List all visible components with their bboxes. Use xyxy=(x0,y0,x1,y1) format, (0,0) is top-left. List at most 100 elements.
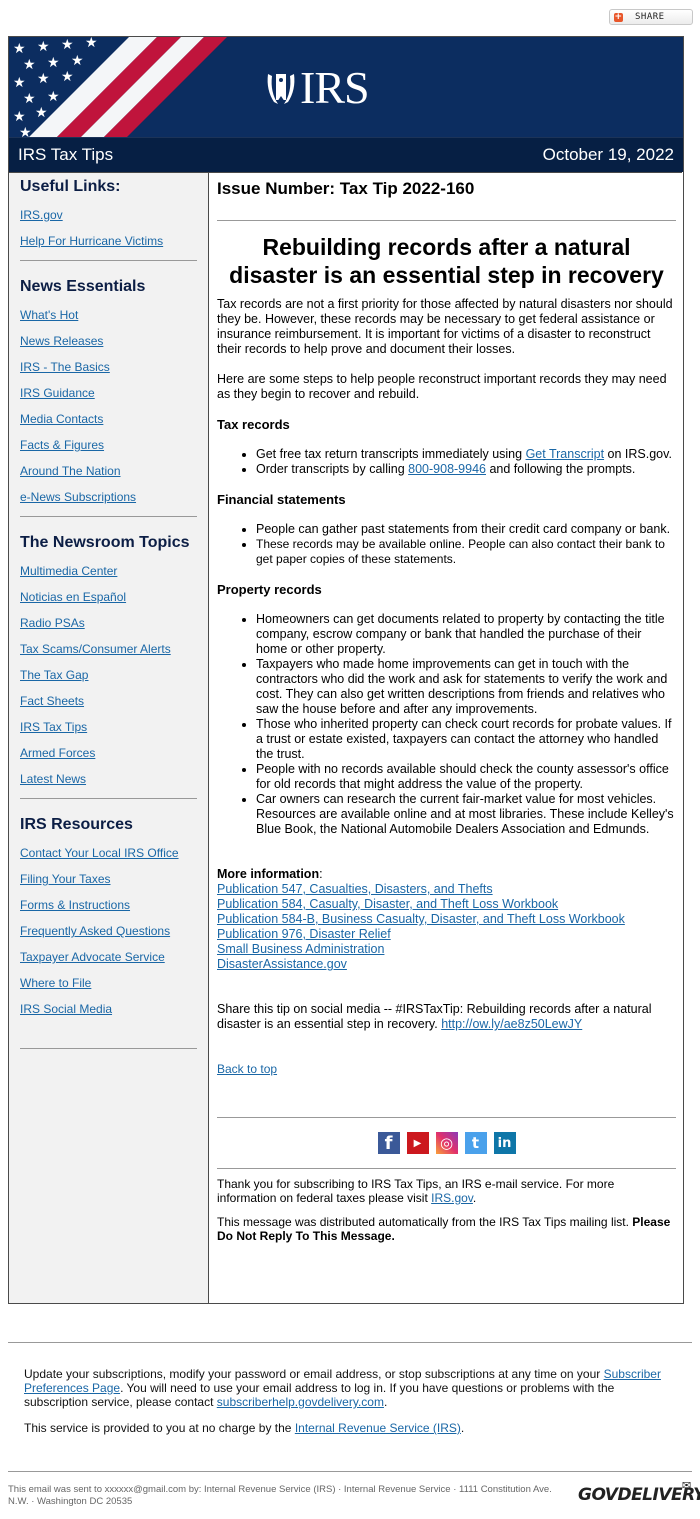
share-tip: Share this tip on social media -- #IRSTa… xyxy=(217,1002,676,1032)
pub-584b-link[interactable]: Publication 584-B, Business Casualty, Di… xyxy=(217,912,676,927)
sidebar-link-facts-figures[interactable]: Facts & Figures xyxy=(20,438,104,452)
divider xyxy=(20,516,197,517)
svg-text:★: ★ xyxy=(13,75,26,91)
bottom-divider xyxy=(8,1471,692,1472)
list-item: People with no records available should … xyxy=(256,762,676,792)
disaster-assistance-link[interactable]: DisasterAssistance.gov xyxy=(217,957,676,972)
share-button[interactable]: + SHARE xyxy=(609,9,693,25)
facebook-icon[interactable]: f xyxy=(377,1132,400,1154)
sidebar-link-irs-gov[interactable]: IRS.gov xyxy=(20,208,63,222)
sidebar-link-enews-subscriptions[interactable]: e-News Subscriptions xyxy=(20,490,136,504)
svg-text:★: ★ xyxy=(37,39,50,55)
sba-link[interactable]: Small Business Administration xyxy=(217,942,676,957)
sidebar-link-tax-gap[interactable]: The Tax Gap xyxy=(20,668,88,682)
social-icons: f ▶ ◎ t in xyxy=(217,1132,676,1154)
financial-list: People can gather past statements from t… xyxy=(217,522,676,567)
svg-text:★: ★ xyxy=(19,125,32,137)
sidebar-link-noticias[interactable]: Noticias en Español xyxy=(20,590,126,604)
phone-link[interactable]: 800-908-9946 xyxy=(408,462,486,476)
list-item: Car owners can research the current fair… xyxy=(256,792,676,837)
svg-text:★: ★ xyxy=(13,109,26,125)
list-item: People can gather past statements from t… xyxy=(256,522,676,537)
sidebar-link-tax-scams[interactable]: Tax Scams/Consumer Alerts xyxy=(20,642,171,656)
svg-text:★: ★ xyxy=(37,71,50,87)
envelope-icon: ✉ xyxy=(682,1479,691,1492)
linkedin-icon[interactable]: in xyxy=(493,1132,516,1154)
newsletter-title: IRS Tax Tips xyxy=(18,145,114,164)
sidebar-link-faq[interactable]: Frequently Asked Questions xyxy=(20,924,170,938)
title-bar: IRS Tax Tips October 19, 2022 xyxy=(9,137,683,172)
youtube-icon[interactable]: ▶ xyxy=(406,1132,429,1154)
sidebar-link-taxpayer-advocate[interactable]: Taxpayer Advocate Service xyxy=(20,950,165,964)
sidebar-heading: Useful Links: xyxy=(20,178,121,195)
thanks-text: Thank you for subscribing to IRS Tax Tip… xyxy=(217,1177,615,1205)
pub-976-link[interactable]: Publication 976, Disaster Relief xyxy=(217,927,676,942)
auto-message-text: This message was distributed automatical… xyxy=(217,1215,633,1229)
subscriber-help-link[interactable]: subscriberhelp.govdelivery.com xyxy=(217,1395,384,1409)
list-item-text: Get free tax return transcripts immediat… xyxy=(256,447,526,461)
sidebar-link-irs-basics[interactable]: IRS - The Basics xyxy=(20,360,110,374)
sent-to-line: This email was sent to xxxxxx@gmail.com … xyxy=(8,1484,552,1507)
issue-number: Issue Number: Tax Tip 2022-160 xyxy=(217,179,475,198)
auto-message-note: This message was distributed automatical… xyxy=(217,1215,676,1243)
provided-text: This service is provided to you at no ch… xyxy=(24,1421,295,1435)
list-item: These records may be available online. P… xyxy=(256,537,676,567)
sidebar-link-hurricane-victims[interactable]: Help For Hurricane Victims xyxy=(20,234,163,248)
divider xyxy=(217,220,676,221)
subscription-text: Update your subscriptions, modify your p… xyxy=(24,1367,674,1409)
twitter-icon[interactable]: t xyxy=(464,1132,487,1154)
irs-link[interactable]: Internal Revenue Service (IRS) xyxy=(295,1421,461,1435)
sidebar-link-news-releases[interactable]: News Releases xyxy=(20,334,103,348)
sidebar-link-fact-sheets[interactable]: Fact Sheets xyxy=(20,694,84,708)
svg-text:★: ★ xyxy=(61,37,74,53)
sidebar-link-social-media[interactable]: IRS Social Media xyxy=(20,1002,112,1016)
sidebar-link-around-nation[interactable]: Around The Nation xyxy=(20,464,121,478)
sidebar-link-radio-psas[interactable]: Radio PSAs xyxy=(20,616,85,630)
sidebar-section-newsroom-topics: The Newsroom Topics Multimedia Center No… xyxy=(20,529,197,799)
sidebar-link-forms-instructions[interactable]: Forms & Instructions xyxy=(20,898,130,912)
svg-text:★: ★ xyxy=(13,41,26,57)
sidebar-link-armed-forces[interactable]: Armed Forces xyxy=(20,746,95,760)
section-heading-tax-records: Tax records xyxy=(217,417,290,432)
list-item: Homeowners can get documents related to … xyxy=(256,612,676,657)
get-transcript-link[interactable]: Get Transcript xyxy=(526,447,605,461)
more-information: More information: Publication 547, Casua… xyxy=(217,867,676,972)
pub-547-link[interactable]: Publication 547, Casualties, Disasters, … xyxy=(217,882,676,897)
share-tip-link[interactable]: http://ow.ly/ae8z50LewJY xyxy=(441,1017,582,1031)
intro-paragraph: Here are some steps to help people recon… xyxy=(217,372,667,401)
list-item: Those who inherited property can check c… xyxy=(256,717,676,762)
footer-divider xyxy=(8,1342,692,1343)
period: . xyxy=(460,1421,465,1435)
irs-gov-link[interactable]: IRS.gov xyxy=(431,1191,473,1205)
svg-text:★: ★ xyxy=(71,53,84,69)
section-heading-financial: Financial statements xyxy=(217,492,346,507)
govdelivery-logo[interactable]: GOVDELIVERY ✉ xyxy=(578,1479,700,1505)
svg-text:★: ★ xyxy=(47,55,60,71)
sidebar-heading: The Newsroom Topics xyxy=(20,534,190,551)
sidebar-link-multimedia-center[interactable]: Multimedia Center xyxy=(20,564,117,578)
instagram-icon[interactable]: ◎ xyxy=(435,1132,458,1154)
sidebar-link-whats-hot[interactable]: What's Hot xyxy=(20,308,78,322)
sidebar-section-irs-resources: IRS Resources Contact Your Local IRS Off… xyxy=(20,811,197,1049)
sidebar-link-media-contacts[interactable]: Media Contacts xyxy=(20,412,103,426)
plus-icon: + xyxy=(614,11,623,22)
thanks-note: Thank you for subscribing to IRS Tax Tip… xyxy=(217,1177,676,1205)
sidebar-link-filing-taxes[interactable]: Filing Your Taxes xyxy=(20,872,111,886)
sidebar-link-irs-guidance[interactable]: IRS Guidance xyxy=(20,386,95,400)
divider xyxy=(217,1168,676,1169)
sidebar-link-latest-news[interactable]: Latest News xyxy=(20,772,86,786)
list-item-text: and following the prompts. xyxy=(486,462,636,476)
divider xyxy=(20,260,197,261)
pub-584-link[interactable]: Publication 584, Casualty, Disaster, and… xyxy=(217,897,676,912)
more-info-heading: More information xyxy=(217,867,320,881)
list-item: Order transcripts by calling 800-908-994… xyxy=(256,462,676,477)
share-tip-text: Share this tip on social media -- #IRSTa… xyxy=(217,1002,652,1031)
period: . xyxy=(472,1191,477,1205)
sidebar-link-irs-tax-tips[interactable]: IRS Tax Tips xyxy=(20,720,87,734)
newsletter-frame: ★ ★ ★ ★ ★ ★ ★ ★ ★ ★ ★ ★ ★ ★ ★ IRS IRS Tax Tips Oc… xyxy=(8,36,684,1304)
property-list: Homeowners can get documents related to … xyxy=(217,612,676,837)
divider xyxy=(20,798,197,799)
sidebar-link-local-office[interactable]: Contact Your Local IRS Office xyxy=(20,846,179,860)
sidebar-link-where-to-file[interactable]: Where to File xyxy=(20,976,91,990)
back-to-top-link[interactable]: Back to top xyxy=(217,1062,277,1076)
